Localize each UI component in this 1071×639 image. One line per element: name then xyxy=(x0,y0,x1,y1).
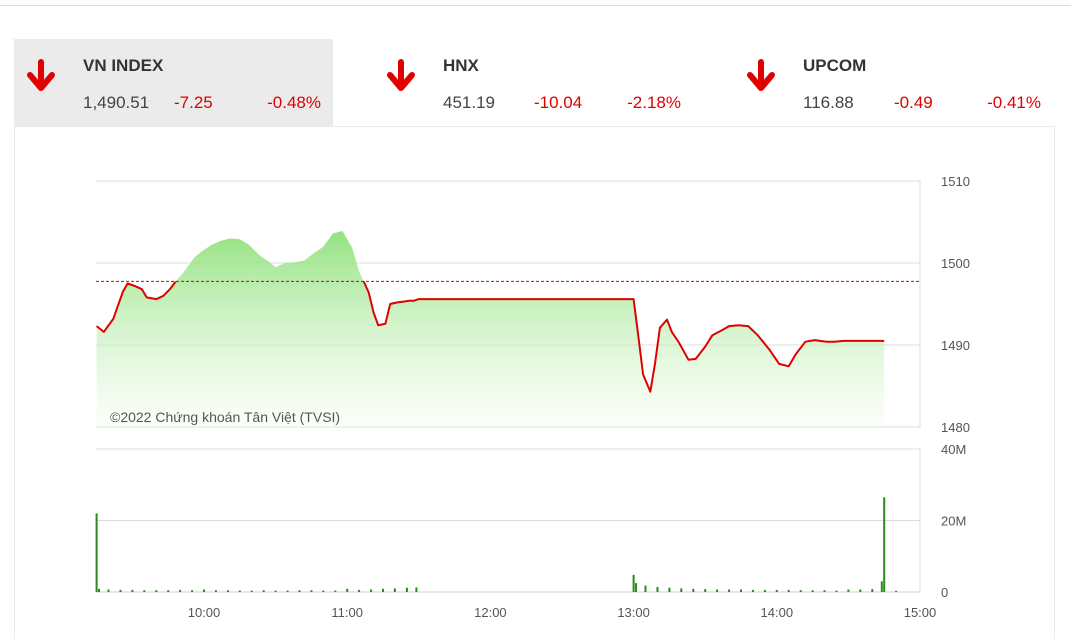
time-tick-label: 15:00 xyxy=(904,605,937,620)
volume-bar xyxy=(847,589,850,592)
price-tick-label: 1490 xyxy=(941,338,970,353)
volume-bar xyxy=(262,590,265,592)
volume-bar xyxy=(143,590,146,592)
volume-bar xyxy=(322,590,325,592)
time-tick-label: 14:00 xyxy=(761,605,794,620)
volume-bar xyxy=(393,588,396,592)
volume-bar xyxy=(415,587,418,592)
volume-bar xyxy=(107,589,110,592)
price-area xyxy=(96,231,885,427)
volume-bar xyxy=(656,587,659,592)
volume-bar xyxy=(203,589,205,592)
volume-bar xyxy=(334,590,337,592)
volume-bar xyxy=(370,589,373,592)
volume-bar xyxy=(880,581,883,592)
chart-watermark: ©2022 Chứng khoán Tân Việt (TVSI) xyxy=(110,409,340,425)
time-tick-label: 10:00 xyxy=(188,605,221,620)
volume-bar xyxy=(382,588,384,592)
volume-bar xyxy=(835,590,838,592)
volume-bar xyxy=(286,590,289,592)
volume-bar xyxy=(346,588,349,592)
volume-bar xyxy=(274,590,277,592)
volume-bar xyxy=(226,590,229,592)
volume-bar xyxy=(859,589,862,592)
volume-bar xyxy=(787,589,790,592)
volume-bar xyxy=(238,590,241,592)
volume-bar xyxy=(632,574,635,592)
volume-bar xyxy=(131,589,134,592)
volume-bar xyxy=(250,590,253,592)
time-tick-label: 11:00 xyxy=(331,605,363,620)
volume-bar xyxy=(883,497,886,592)
volume-tick-label: 20M xyxy=(941,514,966,529)
volume-bar xyxy=(635,583,637,592)
volume-bar xyxy=(775,589,778,592)
volume-bar xyxy=(823,590,826,592)
volume-bar xyxy=(644,585,647,592)
volume-bar xyxy=(871,589,874,592)
volume-bar xyxy=(895,590,898,592)
volume-bar xyxy=(214,590,217,592)
volume-bar xyxy=(98,588,100,592)
volume-bar xyxy=(716,589,719,592)
price-tick-label: 1510 xyxy=(941,174,970,189)
volume-bar xyxy=(95,513,98,592)
volume-bar xyxy=(751,589,754,592)
volume-bar xyxy=(668,587,671,592)
volume-tick-label: 40M xyxy=(941,442,966,457)
volume-bar xyxy=(298,590,301,592)
volume-bar xyxy=(704,589,707,592)
volume-bar xyxy=(155,590,158,592)
volume-bar xyxy=(191,590,194,592)
volume-bar xyxy=(179,589,182,592)
time-tick-label: 13:00 xyxy=(617,605,650,620)
time-tick-label: 12:00 xyxy=(474,605,507,620)
volume-bar xyxy=(680,588,683,592)
intraday-chart: 1510 1500 1490 1480 40M 20M 0 10:00 11:00 12:00 13… xyxy=(95,174,970,620)
volume-bar xyxy=(310,590,313,592)
volume-bar xyxy=(740,589,742,592)
volume-bar xyxy=(799,590,802,592)
volume-bar xyxy=(763,589,766,592)
volume-tick-label: 0 xyxy=(941,585,948,600)
price-tick-label: 1500 xyxy=(941,256,970,271)
volume-bar xyxy=(167,590,170,592)
volume-bar xyxy=(358,589,361,592)
volume-bar xyxy=(692,588,695,592)
volume-bar xyxy=(811,590,814,592)
volume-bar xyxy=(728,589,731,592)
price-tick-label: 1480 xyxy=(941,420,970,435)
volume-bar xyxy=(119,589,122,592)
volume-bar xyxy=(405,587,408,592)
